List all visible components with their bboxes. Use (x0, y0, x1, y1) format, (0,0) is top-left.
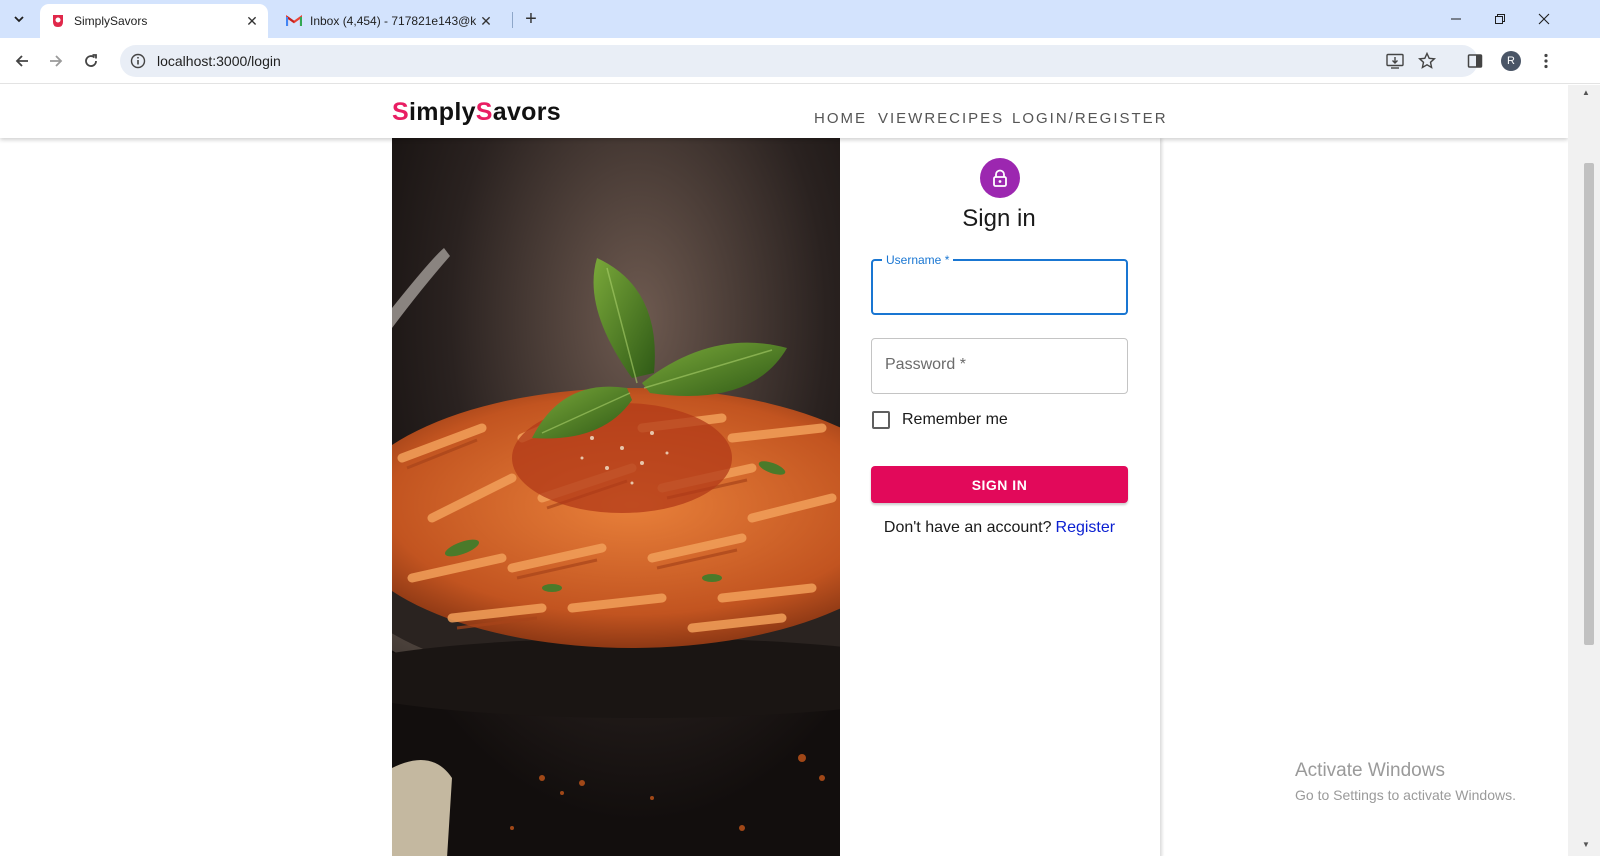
nav-home-link[interactable]: HOME (814, 110, 867, 127)
lock-avatar-icon (980, 158, 1020, 198)
activate-windows-subtitle: Go to Settings to activate Windows. (1295, 787, 1516, 803)
forward-button[interactable] (42, 47, 70, 75)
register-link[interactable]: Register (1056, 519, 1116, 536)
side-panel-icon (1467, 54, 1483, 68)
reload-button[interactable] (77, 47, 105, 75)
back-arrow-icon (15, 55, 28, 67)
browser-tabstrip: SimplySavors ✕ Inbox (4,454) - 717821e14… (0, 0, 1600, 38)
scroll-down-icon[interactable]: ▼ (1582, 840, 1590, 849)
page-viewport: SimplySavors HOME VIEWRECIPES LOGIN/REGI… (0, 85, 1568, 856)
side-panel-button[interactable] (1461, 47, 1489, 75)
install-app-icon[interactable] (1385, 51, 1405, 71)
profile-button[interactable]: R (1497, 47, 1525, 75)
restore-button[interactable] (1478, 0, 1522, 38)
tab-search-button[interactable] (8, 8, 30, 30)
browser-toolbar: localhost:3000/login R (0, 38, 1600, 84)
tab-simplysavors[interactable]: SimplySavors ✕ (40, 4, 268, 38)
bookmark-star-icon[interactable] (1417, 51, 1437, 71)
site-info-icon[interactable] (128, 51, 148, 71)
username-field[interactable]: Username * (871, 253, 1128, 315)
chevron-down-icon (14, 16, 24, 23)
nav-viewrecipes-link[interactable]: VIEWRECIPES (878, 110, 1004, 127)
no-account-text: Don't have an account? (883, 519, 1052, 536)
password-field[interactable]: Password * (871, 338, 1128, 394)
tab-inbox[interactable]: Inbox (4,454) - 717821e143@kc ✕ (276, 4, 502, 38)
url-text: localhost:3000/login (157, 53, 281, 69)
activate-windows-title: Activate Windows (1295, 760, 1445, 781)
forward-arrow-icon (50, 55, 63, 67)
tab-title: Inbox (4,454) - 717821e143@kc (310, 14, 476, 28)
remember-me-checkbox[interactable] (872, 411, 890, 429)
site-favicon-icon (50, 13, 66, 29)
nav-login-register-link[interactable]: LOGIN/REGISTER (1012, 110, 1168, 127)
restore-icon (1495, 14, 1505, 24)
close-icon (1538, 13, 1550, 25)
tab-separator (512, 12, 513, 28)
close-window-button[interactable] (1522, 0, 1566, 38)
remember-me-control[interactable]: Remember me (871, 411, 1008, 429)
activate-windows-watermark: Activate Windows Go to Settings to activ… (1295, 760, 1516, 803)
pasta-hero-image (392, 138, 840, 856)
new-tab-button[interactable]: + (520, 8, 542, 30)
password-input[interactable] (872, 339, 1127, 393)
more-vertical-icon (1544, 53, 1548, 69)
reload-icon (85, 54, 97, 67)
username-input[interactable] (873, 261, 1126, 313)
scroll-up-icon[interactable]: ▲ (1582, 88, 1590, 97)
remember-me-label: Remember me (902, 411, 1008, 428)
back-button[interactable] (8, 47, 36, 75)
sign-in-button[interactable]: SIGN IN (871, 466, 1128, 503)
scrollbar-thumb[interactable] (1584, 163, 1594, 645)
login-card: Sign in Username * Password * Remember m… (392, 138, 1160, 856)
browser-menu-button[interactable] (1532, 47, 1560, 75)
address-bar[interactable]: localhost:3000/login (120, 45, 1478, 77)
tab-title: SimplySavors (74, 14, 148, 28)
profile-avatar: R (1501, 51, 1521, 71)
page-title: Sign in (962, 205, 1036, 232)
site-logo[interactable]: SimplySavors (392, 98, 561, 127)
minimize-button[interactable] (1434, 0, 1478, 38)
minimize-icon (1451, 18, 1461, 20)
register-prompt: Don't have an account? Register (871, 519, 1128, 537)
app-header: SimplySavors HOME VIEWRECIPES LOGIN/REGI… (0, 85, 1568, 138)
close-tab-icon[interactable]: ✕ (476, 11, 496, 31)
close-tab-icon[interactable]: ✕ (242, 11, 262, 31)
gmail-icon (286, 13, 302, 29)
